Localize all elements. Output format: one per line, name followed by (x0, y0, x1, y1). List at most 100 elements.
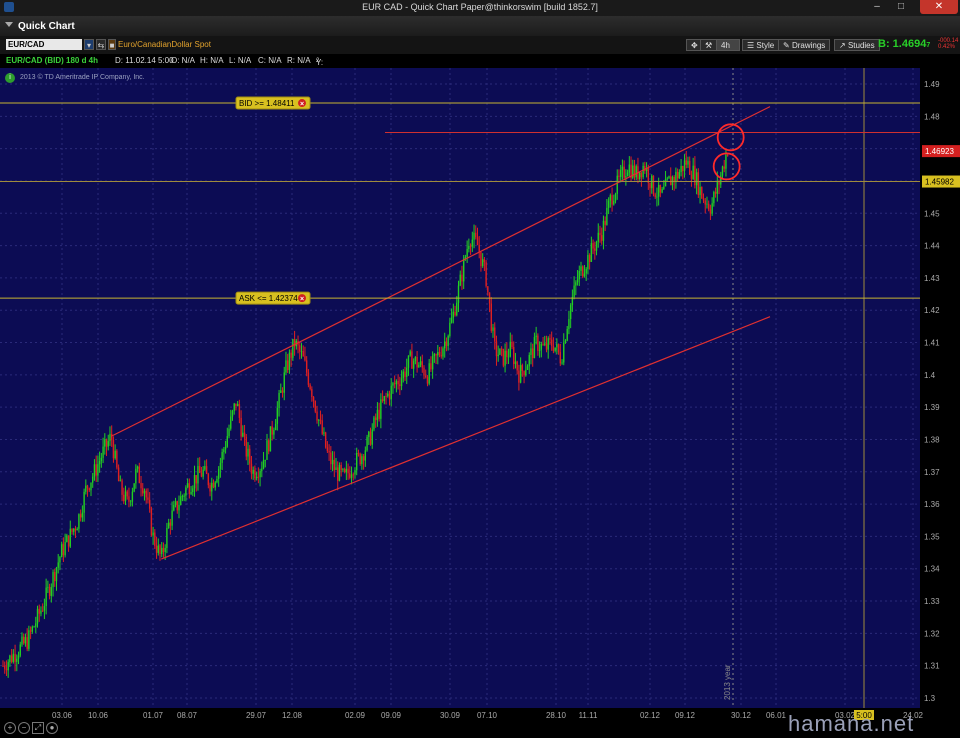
candle-body (368, 431, 370, 437)
y-tick-label: 1.44 (924, 242, 940, 251)
channel-upper-line (111, 106, 771, 437)
candle-body (356, 453, 358, 471)
minimize-button[interactable]: – (868, 0, 886, 14)
candle-body (421, 361, 423, 368)
candle-body (664, 179, 667, 187)
info-high: H: N/A (200, 56, 224, 65)
time-axis[interactable]: 03.06 10.06 01.07 08.07 29.07 12.08 02.09 09.09… (0, 708, 960, 738)
symbol-dropdown-button[interactable]: ▾ (84, 39, 94, 50)
candle-body (683, 160, 686, 172)
candle-body (309, 384, 311, 390)
candle-body (452, 311, 455, 318)
y-tick-label: 1.31 (924, 662, 940, 671)
link-button[interactable]: ⇆ (96, 39, 106, 50)
wrench-icon[interactable]: ⚒ (700, 39, 718, 51)
candle-body (614, 193, 617, 201)
candle-body (385, 396, 387, 397)
candle-body (575, 282, 577, 286)
candle-body (159, 545, 161, 554)
pencil-icon: ✎ (783, 41, 790, 50)
candle-body (195, 475, 197, 484)
candle-body (580, 266, 582, 271)
candle-body (625, 175, 627, 178)
candle-body (236, 404, 239, 407)
candle-body (697, 172, 700, 195)
timeframe-button[interactable]: 4h (716, 39, 740, 51)
zoom-in-icon[interactable]: + (4, 722, 16, 734)
quick-chart-header: Quick Chart (0, 16, 960, 36)
y-tick-label: 1.39 (924, 403, 940, 412)
candle-body (269, 426, 272, 452)
candle-body (499, 348, 501, 355)
x-tick-label: 01.07 (143, 711, 164, 720)
candle-body (79, 514, 82, 518)
zoom-out-icon[interactable]: − (18, 722, 30, 734)
candle-body (200, 472, 203, 477)
candle-body (16, 658, 18, 662)
candle-body (544, 343, 546, 345)
candle-body (502, 348, 505, 366)
candle-body (587, 254, 589, 270)
candle-body (167, 522, 170, 529)
fit-icon[interactable]: ⤢ (32, 722, 44, 734)
candle-body (41, 610, 44, 612)
candle-body (57, 562, 59, 568)
symbol-input[interactable]: EUR/CAD (6, 39, 82, 50)
x-tick-label: 10.06 (88, 711, 109, 720)
candle-body (105, 439, 108, 447)
candle-body (90, 482, 92, 491)
collapse-triangle-icon[interactable] (5, 22, 13, 27)
candle-body (107, 441, 109, 447)
candle-body (7, 662, 9, 671)
chart-area[interactable]: 2013 year BID >= 1.48411 × ASK <= 1.42374 ×… (0, 68, 920, 708)
candle-body (513, 347, 515, 364)
candle-body (350, 474, 353, 478)
candle-body (485, 262, 487, 287)
candle-body (481, 259, 484, 267)
style-button[interactable]: ☰ Style (742, 39, 780, 51)
candle-body (400, 378, 403, 387)
candle-body (480, 251, 482, 267)
candle-body (288, 352, 291, 371)
candle-body (635, 166, 637, 178)
studies-button[interactable]: ↗ Studies (834, 39, 880, 51)
candle-body (331, 459, 334, 465)
x-tick-label: 29.07 (246, 711, 267, 720)
candle-body (209, 485, 211, 492)
candle-body (116, 450, 118, 468)
candle-body (202, 469, 204, 477)
candle-body (328, 451, 330, 453)
candle-body (431, 356, 434, 370)
candle-body (525, 369, 527, 376)
candle-body (633, 165, 636, 178)
drawings-button[interactable]: ✎ Drawings (778, 39, 831, 51)
price-axis[interactable]: 1.491.481.471.461.451.441.431.421.411.41… (920, 68, 960, 708)
candle-body (619, 170, 622, 177)
alert-button[interactable]: ■ (108, 39, 116, 50)
info-circle-icon[interactable]: i (5, 73, 15, 83)
candle-body (97, 464, 99, 476)
candle-body (412, 361, 415, 369)
candle-body (238, 404, 241, 418)
candle-body (36, 608, 39, 624)
candle-body (204, 466, 206, 470)
candle-body (92, 476, 94, 483)
settings-icon[interactable]: ● (46, 722, 58, 734)
chart-info-bar: EUR/CAD (BID) 180 d 4h D: 11.02.14 5:00 … (0, 54, 960, 76)
maximize-button[interactable]: □ (892, 0, 910, 14)
candle-body (657, 184, 660, 197)
candle-body (5, 668, 8, 671)
candle-body (180, 496, 182, 505)
candle-body (666, 178, 668, 180)
candle-body (538, 349, 541, 351)
candle-body (592, 243, 594, 249)
candle-body (514, 361, 517, 364)
candle-body (494, 327, 496, 342)
price-chart[interactable]: 2013 year BID >= 1.48411 ×ASK <= 1.42374 × (0, 68, 920, 708)
close-button[interactable]: ✕ (920, 0, 958, 14)
candle-body (66, 535, 68, 543)
candle-body (24, 637, 27, 644)
candle-body (661, 188, 663, 193)
candle-body (93, 464, 96, 477)
candle-body (254, 469, 256, 479)
